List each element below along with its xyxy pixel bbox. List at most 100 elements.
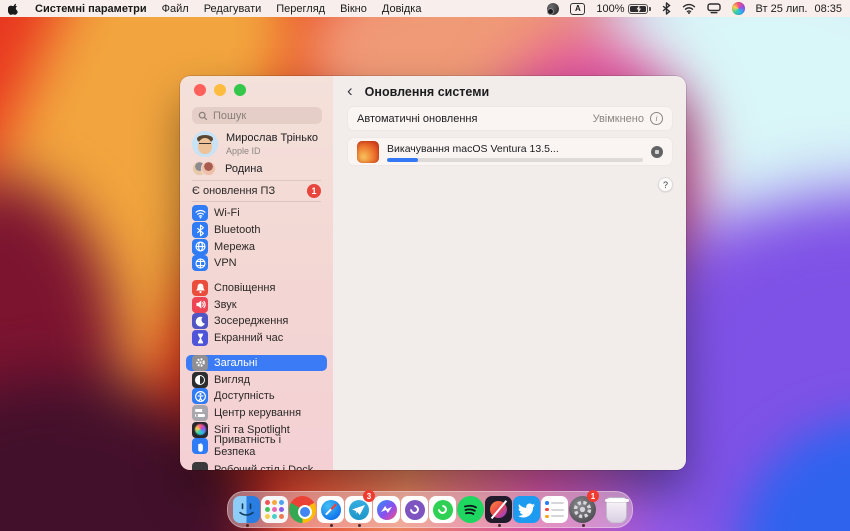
dock-twitter[interactable] bbox=[513, 493, 540, 526]
page-title: Оновлення системи bbox=[365, 85, 489, 99]
sidebar-item-privacy-security[interactable]: Приватність і Безпека bbox=[186, 438, 327, 455]
telegram-badge: 3 bbox=[363, 490, 375, 502]
sidebar-item-notifications[interactable]: Сповіщення bbox=[186, 280, 327, 297]
input-source-icon[interactable]: A bbox=[570, 3, 585, 15]
automatic-updates-row[interactable]: Автоматичні оновлення Увімкнено i bbox=[347, 106, 673, 131]
sidebar-item-network[interactable]: Мережа bbox=[186, 238, 327, 255]
sidebar-item-label: Вигляд bbox=[214, 374, 250, 386]
window-controls bbox=[194, 84, 246, 96]
whatsapp-icon bbox=[429, 496, 456, 523]
user-name: Мирослав Трінько bbox=[226, 132, 318, 146]
automatic-updates-label: Автоматичні оновлення bbox=[357, 113, 477, 125]
download-label: Викачування macOS Ventura 13.5... bbox=[387, 143, 643, 155]
apple-id-label: Apple ID bbox=[226, 146, 318, 156]
updater-status-icon[interactable] bbox=[547, 3, 559, 15]
running-indicator bbox=[246, 524, 249, 527]
apple-menu-icon[interactable] bbox=[8, 2, 20, 16]
sidebar-item-desktop-dock[interactable]: Робочий стіл і Dock bbox=[186, 462, 327, 470]
dock-viber[interactable] bbox=[401, 493, 428, 526]
dock-launchpad[interactable] bbox=[261, 493, 288, 526]
dock-chrome[interactable] bbox=[289, 493, 316, 526]
menu-view[interactable]: Перегляд bbox=[276, 3, 325, 15]
sidebar-item-label: Робочий стіл і Dock bbox=[214, 464, 313, 470]
settings-sidebar: Пошук Мирослав Трінько Apple ID Родина bbox=[180, 76, 333, 470]
cancel-download-button[interactable] bbox=[651, 146, 663, 158]
sidebar-item-sound[interactable]: Звук bbox=[186, 296, 327, 313]
desktop: Системні параметри Файл Редагувати Перег… bbox=[0, 0, 850, 531]
minimize-window-button[interactable] bbox=[214, 84, 226, 96]
sidebar-item-label: Bluetooth bbox=[214, 224, 260, 236]
sidebar-item-general[interactable]: Загальні bbox=[186, 355, 327, 372]
siri-orb-icon bbox=[192, 422, 208, 438]
gear-icon bbox=[192, 355, 208, 371]
reminders-icon bbox=[541, 496, 568, 523]
sidebar-item-appearance[interactable]: Вигляд bbox=[186, 371, 327, 388]
viber-icon bbox=[401, 496, 428, 523]
speaker-icon bbox=[192, 297, 208, 313]
dock-safari[interactable] bbox=[317, 493, 344, 526]
menu-time: 08:35 bbox=[814, 3, 842, 15]
dock-trash[interactable] bbox=[606, 493, 627, 526]
battery-percent: 100% bbox=[596, 3, 624, 15]
info-icon[interactable]: i bbox=[650, 112, 663, 125]
menu-edit[interactable]: Редагувати bbox=[204, 3, 262, 15]
help-button[interactable]: ? bbox=[658, 177, 673, 192]
family-row[interactable]: Родина bbox=[192, 161, 263, 177]
search-icon bbox=[198, 111, 208, 121]
sidebar-item-label: Сповіщення bbox=[214, 282, 275, 294]
sidebar-item-label: Екранний час bbox=[214, 332, 283, 344]
sidebar-item-vpn[interactable]: VPN bbox=[186, 255, 327, 272]
dock-messenger[interactable] bbox=[373, 493, 400, 526]
sidebar-item-label: Мережа bbox=[214, 241, 255, 253]
wifi-icon[interactable] bbox=[682, 3, 696, 14]
family-avatars bbox=[192, 161, 216, 177]
messenger-icon bbox=[373, 496, 400, 523]
sidebar-item-label: Звук bbox=[214, 299, 237, 311]
search-placeholder: Пошук bbox=[213, 110, 246, 122]
display-icon[interactable] bbox=[707, 3, 721, 14]
hourglass-icon bbox=[192, 330, 208, 346]
search-input[interactable]: Пошук bbox=[192, 107, 322, 124]
battery-status[interactable]: 100% bbox=[596, 3, 650, 15]
sidebar-item-focus[interactable]: Зосередження bbox=[186, 313, 327, 330]
dock: 3 bbox=[227, 491, 633, 528]
running-indicator bbox=[498, 524, 501, 527]
macos-ventura-icon bbox=[357, 141, 379, 163]
menu-app-name[interactable]: Системні параметри bbox=[35, 3, 147, 15]
dock-telegram[interactable]: 3 bbox=[345, 493, 372, 526]
software-update-available-row[interactable]: Є оновлення ПЗ 1 bbox=[192, 183, 321, 199]
menu-file[interactable]: Файл bbox=[162, 3, 189, 15]
moon-icon bbox=[192, 313, 208, 329]
menu-window[interactable]: Вікно bbox=[340, 3, 367, 15]
sidebar-item-wifi[interactable]: Wi-Fi bbox=[186, 205, 327, 222]
running-indicator bbox=[358, 524, 361, 527]
dock-whatsapp[interactable] bbox=[429, 493, 456, 526]
sidebar-item-screen-time[interactable]: Екранний час bbox=[186, 330, 327, 347]
sidebar-item-label: VPN bbox=[214, 257, 237, 269]
zoom-window-button[interactable] bbox=[234, 84, 246, 96]
vpn-icon bbox=[192, 255, 208, 271]
dock-reminders[interactable] bbox=[541, 493, 568, 526]
finder-icon bbox=[233, 496, 260, 523]
siri-icon[interactable] bbox=[732, 2, 745, 15]
apple-id-row[interactable]: Мирослав Трінько Apple ID bbox=[192, 131, 318, 157]
dock-spotify[interactable] bbox=[457, 493, 484, 526]
sidebar-item-accessibility[interactable]: Доступність bbox=[186, 388, 327, 405]
download-row: Викачування macOS Ventura 13.5... bbox=[347, 137, 673, 166]
menu-help[interactable]: Довідка bbox=[382, 3, 422, 15]
dock-system-settings[interactable]: 1 bbox=[569, 493, 596, 526]
back-button[interactable]: ‹ bbox=[347, 82, 353, 101]
dock-finder[interactable] bbox=[233, 493, 260, 526]
settings-content-pane: ‹ Оновлення системи Автоматичні оновленн… bbox=[333, 76, 686, 470]
sidebar-item-bluetooth[interactable]: Bluetooth bbox=[186, 222, 327, 239]
close-window-button[interactable] bbox=[194, 84, 206, 96]
dock-pixelmator[interactable] bbox=[485, 493, 512, 526]
bluetooth-icon[interactable] bbox=[662, 2, 671, 15]
settings-badge: 1 bbox=[587, 490, 599, 502]
bluetooth-icon bbox=[192, 222, 208, 238]
menu-clock[interactable]: Вт 25 лип. 08:35 bbox=[756, 3, 842, 15]
sidebar-item-label: Центр керування bbox=[214, 407, 301, 419]
sidebar-item-label: Зосередження bbox=[214, 315, 288, 327]
globe-icon bbox=[192, 239, 208, 255]
sidebar-item-control-center[interactable]: Центр керування bbox=[186, 405, 327, 422]
